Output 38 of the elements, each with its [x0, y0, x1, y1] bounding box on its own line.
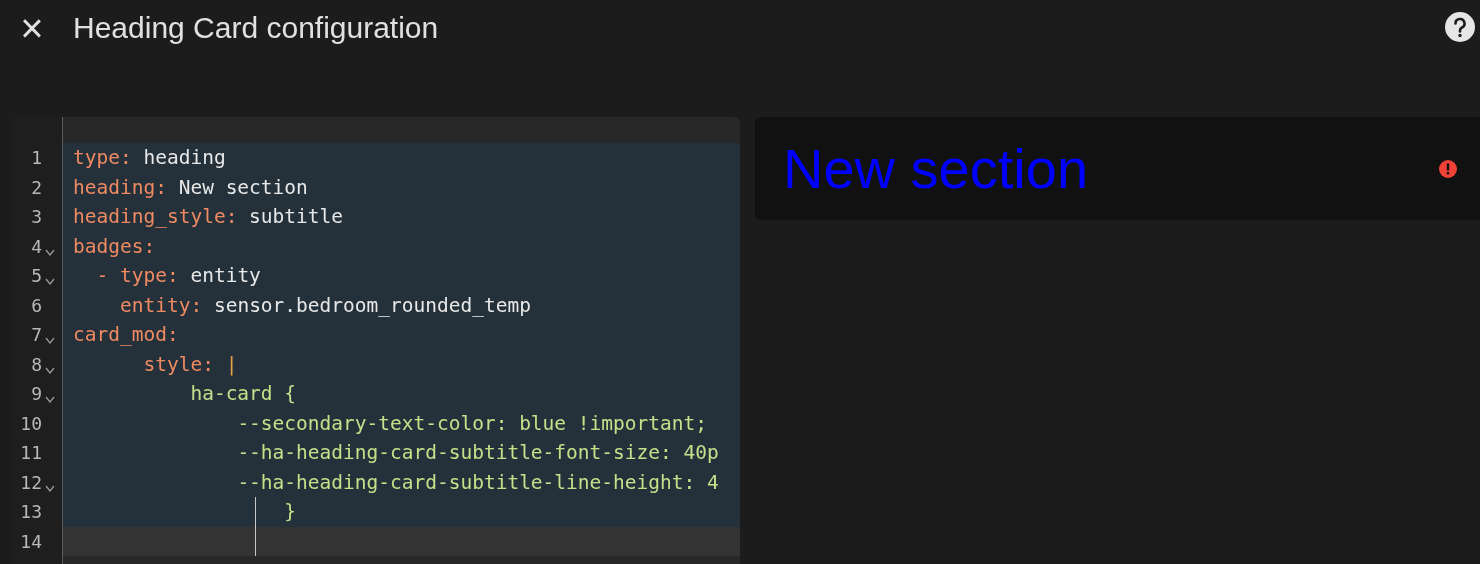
- code-line: card_mod:: [73, 323, 179, 347]
- fold-icon[interactable]: [44, 484, 56, 492]
- line-number: 8: [31, 353, 42, 375]
- help-icon[interactable]: [1445, 12, 1475, 42]
- code-editor[interactable]: [10, 117, 740, 564]
- code-line: badges:: [73, 234, 156, 258]
- fold-icon[interactable]: [44, 366, 56, 374]
- line-number: 1: [31, 147, 42, 169]
- code-line: --ha-heading-card-subtitle-line-height: 4: [237, 470, 719, 494]
- line-number: 7: [31, 324, 42, 346]
- fold-icon[interactable]: [44, 396, 56, 404]
- code-line: heading_style: subtitle: [73, 205, 344, 229]
- line-number: 6: [31, 294, 42, 316]
- line-number: 10: [20, 412, 42, 434]
- fold-icon[interactable]: [44, 337, 56, 345]
- code-line: --secondary-text-color: blue !important;: [237, 411, 707, 435]
- code-line: --ha-heading-card-subtitle-font-size: 40p: [237, 441, 719, 465]
- fold-icon[interactable]: [44, 278, 56, 286]
- line-number: 14: [20, 530, 42, 552]
- line-number: 12: [20, 471, 42, 493]
- close-icon[interactable]: ×: [17, 8, 47, 48]
- line-number: 5: [31, 265, 42, 287]
- line-number: 9: [31, 383, 42, 405]
- section-heading: New section: [783, 136, 1089, 201]
- code-line: heading: New section: [73, 175, 308, 199]
- line-number: 13: [20, 501, 42, 523]
- code-line: entity: sensor.bedroom_rounded_temp: [119, 293, 531, 317]
- code-line: type: heading: [73, 146, 226, 170]
- line-number: 2: [31, 176, 42, 198]
- code-line: }: [284, 500, 297, 524]
- fold-icon[interactable]: [44, 248, 56, 256]
- dialog-title: Heading Card configuration: [73, 10, 439, 46]
- line-number: 3: [31, 206, 42, 228]
- code-line: style: |: [143, 352, 238, 376]
- line-number: 11: [20, 442, 42, 464]
- code-line: ha-card {: [190, 382, 297, 406]
- line-number: 4: [31, 235, 42, 257]
- code-line: - type: entity: [96, 264, 261, 288]
